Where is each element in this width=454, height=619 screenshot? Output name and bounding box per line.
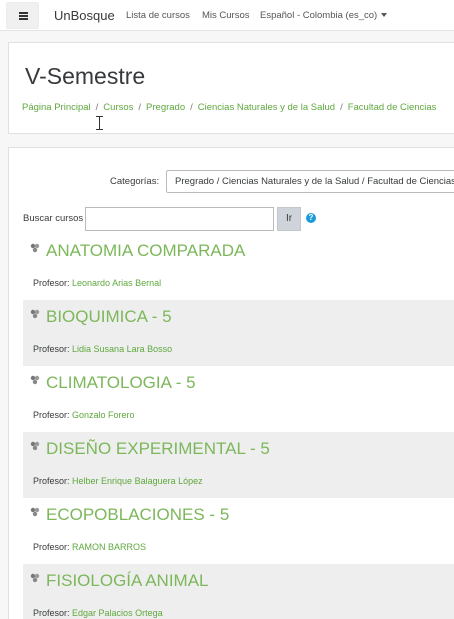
course-teacher: Profesor: Lidia Susana Lara Bosso xyxy=(33,344,172,354)
course-info-icon xyxy=(30,375,40,385)
breadcrumb-natural-sciences[interactable]: Ciencias Naturales y de la Salud xyxy=(198,102,335,113)
teacher-label: Profesor: xyxy=(33,476,70,486)
course-title-link[interactable]: FISIOLOGÍA ANIMAL xyxy=(46,571,209,591)
course-item: ECOPOBLACIONES - 5 Profesor: RAMON BARRO… xyxy=(23,498,454,564)
top-navbar: UnBosque Lista de cursos Mis Cursos Espa… xyxy=(0,0,454,31)
breadcrumb-faculty[interactable]: Facultad de Ciencias xyxy=(348,102,437,113)
help-icon[interactable]: ? xyxy=(306,213,316,223)
teacher-name-link[interactable]: Lidia Susana Lara Bosso xyxy=(72,344,172,354)
course-item: ANATOMIA COMPARADA Profesor: Leonardo Ar… xyxy=(23,234,454,300)
breadcrumb-undergrad[interactable]: Pregrado xyxy=(146,102,185,113)
course-item: CLIMATOLOGIA - 5 Profesor: Gonzalo Forer… xyxy=(23,366,454,432)
breadcrumb-courses[interactable]: Cursos xyxy=(103,102,133,113)
teacher-name-link[interactable]: Edgar Palacios Ortega xyxy=(72,608,163,618)
search-go-button[interactable]: Ir xyxy=(277,207,301,231)
teacher-name-link[interactable]: Gonzalo Forero xyxy=(72,410,135,420)
nav-link-course-list[interactable]: Lista de cursos xyxy=(126,10,190,21)
category-select[interactable]: Pregrado / Ciencias Naturales y de la Sa… xyxy=(166,170,454,193)
teacher-name-link[interactable]: Helber Enrique Balaguera López xyxy=(72,476,203,486)
page-header: V-Semestre Página Principal / Cursos / Pregr… xyxy=(8,42,454,134)
text-cursor-icon xyxy=(96,116,104,130)
course-teacher: Profesor: Edgar Palacios Ortega xyxy=(33,608,163,618)
search-input[interactable] xyxy=(85,207,274,231)
course-item: DISEÑO EXPERIMENTAL - 5 Profesor: Helber… xyxy=(23,432,454,498)
caret-down-icon xyxy=(381,13,388,17)
course-info-icon xyxy=(30,309,40,319)
nav-link-my-courses[interactable]: Mis Cursos xyxy=(202,10,250,21)
breadcrumb-separator: / xyxy=(138,102,142,113)
teacher-label: Profesor: xyxy=(33,344,70,354)
teacher-label: Profesor: xyxy=(33,278,70,288)
course-item: FISIOLOGÍA ANIMAL Profesor: Edgar Palaci… xyxy=(23,564,454,619)
breadcrumb: Página Principal / Cursos / Pregrado / Ciencia… xyxy=(22,102,436,113)
breadcrumb-separator: / xyxy=(340,102,343,113)
language-menu[interactable]: Español - Colombia (es_co) xyxy=(260,10,388,21)
course-title-link[interactable]: DISEÑO EXPERIMENTAL - 5 xyxy=(46,439,270,459)
breadcrumb-separator: / xyxy=(190,102,193,113)
course-teacher: Profesor: Gonzalo Forero xyxy=(33,410,135,420)
course-title-link[interactable]: ANATOMIA COMPARADA xyxy=(46,241,245,261)
course-title-link[interactable]: CLIMATOLOGIA - 5 xyxy=(46,373,196,393)
course-teacher: Profesor: Leonardo Arias Bernal xyxy=(33,278,161,288)
teacher-label: Profesor: xyxy=(33,410,70,420)
teacher-label: Profesor: xyxy=(33,542,70,552)
course-info-icon xyxy=(30,243,40,253)
course-teacher: Profesor: Helber Enrique Balaguera López xyxy=(33,476,203,486)
course-item: BIOQUIMICA - 5 Profesor: Lidia Susana La… xyxy=(23,300,454,366)
site-brand[interactable]: UnBosque xyxy=(54,8,115,23)
course-teacher: Profesor: RAMON BARROS xyxy=(33,542,146,552)
teacher-name-link[interactable]: RAMON BARROS xyxy=(72,542,146,552)
course-listing: Categorías: Pregrado / Ciencias Naturale… xyxy=(8,147,454,619)
page-title: V-Semestre xyxy=(25,63,146,89)
teacher-name-link[interactable]: Leonardo Arias Bernal xyxy=(72,278,161,288)
breadcrumb-separator: / xyxy=(95,102,99,113)
language-label: Español - Colombia (es_co) xyxy=(260,10,378,21)
category-label: Categorías: xyxy=(110,176,160,187)
breadcrumb-home[interactable]: Página Principal xyxy=(22,102,91,113)
course-info-icon xyxy=(30,441,40,451)
course-title-link[interactable]: BIOQUIMICA - 5 xyxy=(46,307,172,327)
teacher-label: Profesor: xyxy=(33,608,70,618)
course-info-icon xyxy=(30,507,40,517)
search-label: Buscar cursos xyxy=(23,213,84,224)
hamburger-menu-icon[interactable] xyxy=(6,2,39,29)
course-title-link[interactable]: ECOPOBLACIONES - 5 xyxy=(46,505,229,525)
course-info-icon xyxy=(30,573,40,583)
